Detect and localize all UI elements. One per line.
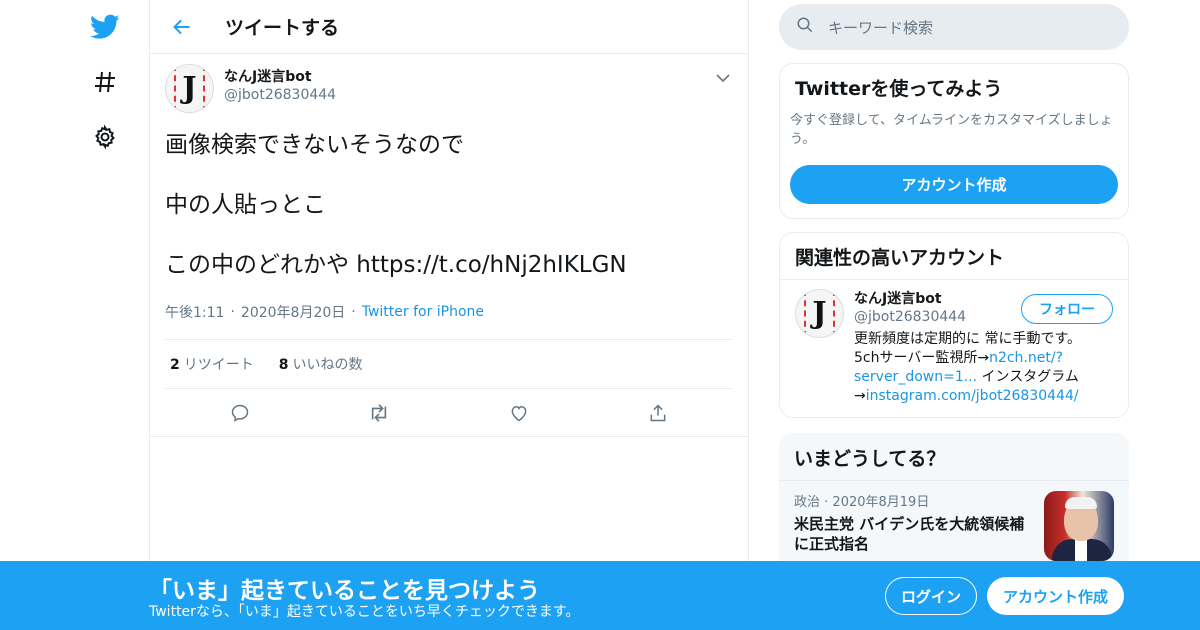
tweet-header: J なんJ迷言bot @jbot26830444 [165,64,733,116]
main-column: ツイートする J なんJ迷言bot @jbot26830444 画像検索できない… [149,0,749,630]
retweet-label: リツイート [183,357,254,373]
tweet-actions [150,389,748,437]
thumbnail-shape [1065,497,1097,509]
reply-icon[interactable] [223,396,257,430]
gear-icon[interactable] [88,120,122,154]
banner-subtitle: Twitterなら、「いま」起きていることをいち早くチェックできます。 [149,604,580,620]
avatar[interactable]: J [795,289,844,338]
thumbnail-shape [1075,539,1087,561]
related-bio: 更新頻度は定期的に 常に手動です。 5chサーバー監視所→n2ch.net/?s… [854,330,1104,406]
signup-button[interactable]: アカウント作成 [790,165,1118,204]
related-accounts-title: 関連性の高いアカウント [780,233,1128,280]
author-display-name[interactable]: なんJ迷言bot [224,68,336,86]
tweet-date[interactable]: 2020年8月20日 [241,302,345,322]
tweet-time[interactable]: 午後1:11 [165,302,224,322]
trend-item[interactable]: 政治 · 2020年8月19日 米民主党 バイデン氏を大統領候補に正式指名 [779,481,1129,571]
trend-thumbnail [1044,491,1114,561]
author-handle[interactable]: @jbot26830444 [224,86,336,104]
author: なんJ迷言bot @jbot26830444 [224,68,336,104]
like-count: 8 [278,357,289,373]
like-label: いいねの数 [292,357,363,373]
page: ツイートする J なんJ迷言bot @jbot26830444 画像検索できない… [0,0,1200,630]
chevron-down-icon[interactable] [713,68,733,88]
twitter-logo-icon[interactable] [88,10,122,44]
share-icon[interactable] [641,396,675,430]
bio-link[interactable]: instagram.com/jbot26830444/ [866,388,1079,404]
tweet-text: 画像検索できないそうなので 中の人貼っとこ この中のどれかや https://t… [165,132,627,278]
search-icon [796,16,814,38]
bio-text: 5chサーバー監視所→ [854,350,990,366]
trend-text: 政治 · 2020年8月19日 米民主党 バイデン氏を大統領候補に正式指名 [794,491,1029,561]
related-accounts-card: 関連性の高いアカウント J なんJ迷言bot @jbot26830444 更新頻… [779,232,1129,418]
trend-meta: 政治 · 2020年8月19日 [794,495,930,510]
main-header: ツイートする [150,0,748,54]
banner-title: 「いま」起きていることを見つけよう [149,578,540,604]
signup-card: Twitterを使ってみよう 今すぐ登録して、タイムラインをカスタマイズしましょ… [779,63,1129,219]
retweet-stat[interactable]: 2 リツイート [170,354,254,374]
trends-card: いまどうしてる？ 政治 · 2020年8月19日 米民主党 バイデン氏を大統領候… [779,433,1129,571]
separator: · [230,304,235,320]
trend-date: 2020年8月19日 [832,495,930,510]
tweet: J なんJ迷言bot @jbot26830444 画像検索できないそうなので 中… [150,54,748,437]
signup-card-description: 今すぐ登録して、タイムラインをカスタマイズしましょう。 [790,113,1113,147]
trend-headline: 米民主党 バイデン氏を大統領候補に正式指名 [794,515,1025,553]
bio-text: 更新頻度は定期的に 常に手動です。 [854,331,1082,347]
avatar-letter: J [182,71,197,106]
avatar[interactable]: J [165,64,214,113]
hashtag-icon[interactable] [88,65,122,99]
signup-card-title: Twitterを使ってみよう [795,78,1003,100]
trend-category: 政治 [794,495,821,510]
retweet-count: 2 [170,357,180,373]
left-nav [0,0,150,630]
like-stat[interactable]: 8 いいねの数 [279,354,363,374]
like-icon[interactable] [502,396,536,430]
right-sidebar: キーワード検索 Twitterを使ってみよう 今すぐ登録して、タイムラインをカス… [779,0,1129,571]
retweet-icon[interactable] [362,396,396,430]
follow-button[interactable]: フォロー [1021,294,1113,324]
trends-title: いまどうしてる？ [779,433,1129,481]
tweet-meta: 午後1:11 · 2020年8月20日 · Twitter for iPhone [165,302,733,322]
search-input[interactable]: キーワード検索 [828,17,933,38]
page-title: ツイートする [225,17,340,39]
banner-signup-button[interactable]: アカウント作成 [987,577,1124,615]
back-arrow-icon[interactable] [165,10,199,44]
tweet-source[interactable]: Twitter for iPhone [362,304,484,320]
tweet-stats: 2 リツイート 8 いいねの数 [165,339,733,389]
login-button[interactable]: ログイン [885,577,977,615]
separator: · [351,304,356,320]
signup-banner: 「いま」起きていることを見つけよう Twitterなら、「いま」起きていることを… [0,561,1200,630]
avatar-letter: J [812,296,827,331]
related-account[interactable]: J なんJ迷言bot @jbot26830444 更新頻度は定期的に 常に手動で… [780,280,1128,417]
search-box[interactable]: キーワード検索 [779,4,1129,50]
